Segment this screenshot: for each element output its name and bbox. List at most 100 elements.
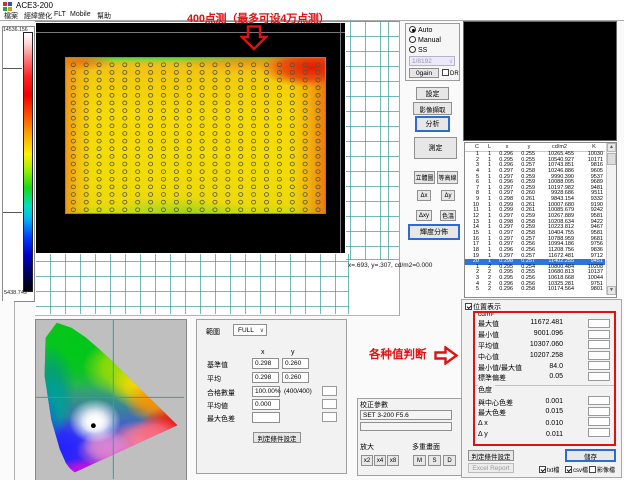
- scroll-down-icon[interactable]: ▼: [607, 286, 616, 295]
- menu-transform[interactable]: 經緯變化: [24, 11, 52, 21]
- save-button[interactable]: 儲存: [566, 450, 615, 461]
- col-y-header: y: [291, 349, 295, 356]
- average-x-field[interactable]: 0.298: [252, 372, 279, 383]
- scroll-up-icon[interactable]: ▲: [607, 143, 616, 152]
- plot3d-button[interactable]: 立體圖: [414, 171, 435, 184]
- radio-auto-circle[interactable]: [409, 26, 416, 33]
- measure-point-grid: [66, 58, 325, 213]
- capture-button[interactable]: 影像擷取: [413, 102, 452, 115]
- checkbox[interactable]: [539, 466, 546, 473]
- multi-d-button[interactable]: D: [443, 455, 456, 466]
- image-guide-vline: [340, 23, 341, 253]
- color-temp-button[interactable]: 色溫: [440, 210, 456, 221]
- color-scale-gradient: [23, 32, 33, 292]
- luminance-heatmap[interactable]: [66, 58, 325, 213]
- avgval-field[interactable]: 0.000: [252, 399, 280, 410]
- measurement-table[interactable]: CLxycd/m2K 110.2960.25510265.45510030210…: [464, 142, 617, 298]
- multi-s-button[interactable]: S: [428, 455, 441, 466]
- shutter-speed-select[interactable]: 1/8192∨: [409, 56, 455, 66]
- contour-button[interactable]: 等高線: [437, 171, 458, 184]
- annotation-red-box: [473, 311, 616, 446]
- menu-help[interactable]: 幫助: [97, 11, 111, 21]
- radio-ss-circle[interactable]: [409, 46, 416, 53]
- checkbox[interactable]: [565, 466, 572, 473]
- reference-label: 基準值: [207, 360, 228, 370]
- radio-ss[interactable]: SS: [409, 46, 427, 55]
- excel-report-button[interactable]: Excel Report: [468, 463, 514, 473]
- table-header: CLxycd/m2K: [465, 143, 605, 152]
- reference-x-field[interactable]: 0.298: [252, 358, 279, 369]
- maxdiff-label: 最大色差: [207, 414, 235, 424]
- chevron-down-icon: ∨: [260, 327, 264, 334]
- zero-gain-button[interactable]: 0gain: [409, 68, 439, 78]
- analyze-button[interactable]: 分析: [416, 117, 449, 131]
- radio-manual-circle[interactable]: [409, 36, 416, 43]
- settings-button[interactable]: 設定: [416, 87, 449, 100]
- app-icon: [3, 2, 12, 11]
- cursor-status-text: x=.693, y=.307, cd/m2=0.000: [348, 262, 432, 269]
- qualified-label: 合格數量: [207, 388, 235, 398]
- avgval-label: 平均値: [207, 401, 228, 411]
- zoom-x4-button[interactable]: x4: [374, 455, 386, 466]
- annotation-down-arrow-icon: [240, 25, 268, 51]
- measure-button[interactable]: 測定: [414, 137, 457, 159]
- qualified-value-field[interactable]: 100.00%: [252, 386, 280, 397]
- average-y-field[interactable]: 0.260: [282, 372, 309, 383]
- maxdiff-field[interactable]: [252, 412, 280, 423]
- table-cell: 10174.564: [537, 287, 574, 293]
- file-check-1[interactable]: csv檔: [565, 465, 588, 474]
- table-column-header: y: [519, 144, 539, 150]
- annotation-values-text: 各种值判断: [369, 346, 427, 362]
- window-title: ACE3-200: [16, 1, 53, 10]
- avgval-indicator-box: [322, 399, 337, 409]
- calibration-set-field[interactable]: SET 3-200 F5.6: [360, 410, 452, 420]
- file-check-2[interactable]: 影像檔: [589, 465, 615, 474]
- range-select[interactable]: FULL ∨: [233, 324, 267, 336]
- captured-image-area[interactable]: [36, 23, 345, 253]
- table-cell: 0.258: [515, 287, 535, 293]
- scrollbar-thumb[interactable]: [607, 153, 616, 165]
- radio-auto[interactable]: Auto: [409, 26, 432, 35]
- calibration-extra-field[interactable]: [360, 422, 452, 431]
- grid-strip-right: [346, 22, 399, 260]
- luminance-dist-button[interactable]: 輝度分佈: [409, 225, 459, 239]
- radio-manual[interactable]: Manual: [409, 36, 441, 45]
- camera-preview[interactable]: [463, 21, 617, 141]
- table-column-header: x: [497, 144, 517, 150]
- color-scale-panel: 14536.156 5438.749: [2, 26, 35, 302]
- multi-m-button[interactable]: M: [413, 455, 426, 466]
- chevron-down-icon: ∨: [449, 58, 453, 67]
- table-scrollbar[interactable]: ▲ ▼: [606, 143, 616, 295]
- table-column-header: cd/m2: [550, 144, 570, 150]
- annotation-right-arrow-icon: [434, 346, 459, 365]
- table-row[interactable]: 520.2960.25810174.5649801: [465, 287, 605, 293]
- checkbox[interactable]: [589, 466, 596, 473]
- delta-xy-button[interactable]: Δxy: [416, 210, 432, 221]
- exposure-groupbox: Auto Manual SS 1/8192∨ 0gain DR: [405, 23, 460, 81]
- menu-flt[interactable]: FLT: [54, 11, 66, 18]
- reference-y-field[interactable]: 0.260: [282, 358, 309, 369]
- qualified-note: (400/400): [284, 388, 312, 395]
- range-label: 範圍: [206, 327, 220, 337]
- col-x-header: x: [261, 349, 265, 356]
- file-check-0[interactable]: txt檔: [539, 465, 559, 474]
- annotation-points-text: 400点测（最多可设4万点测）: [187, 10, 329, 26]
- dr-checkbox[interactable]: [442, 69, 449, 76]
- position-display-checkbox[interactable]: [465, 303, 472, 310]
- checkbox-label: 影像檔: [597, 468, 615, 474]
- zoom-x8-button[interactable]: x8: [387, 455, 399, 466]
- menu-file[interactable]: 檔案: [4, 11, 18, 21]
- menu-mobile[interactable]: Mobile: [70, 11, 91, 18]
- dr-checkbox-row[interactable]: DR: [442, 69, 459, 77]
- checkbox-label: csv檔: [573, 468, 588, 474]
- cie-chromaticity-panel[interactable]: [35, 319, 187, 480]
- average-label: 平均: [207, 374, 221, 384]
- judge-condition-button[interactable]: 判定條件設定: [468, 450, 514, 461]
- range-value: FULL: [238, 327, 254, 334]
- table-column-header: K: [584, 144, 604, 150]
- zoom-x2-button[interactable]: x2: [361, 455, 373, 466]
- range-judge-condition-button[interactable]: 判定條件設定: [253, 432, 301, 443]
- cie-horseshoe-diagram: [36, 320, 184, 479]
- delta-x-button[interactable]: Δx: [417, 190, 431, 201]
- delta-y-button[interactable]: Δy: [441, 190, 455, 201]
